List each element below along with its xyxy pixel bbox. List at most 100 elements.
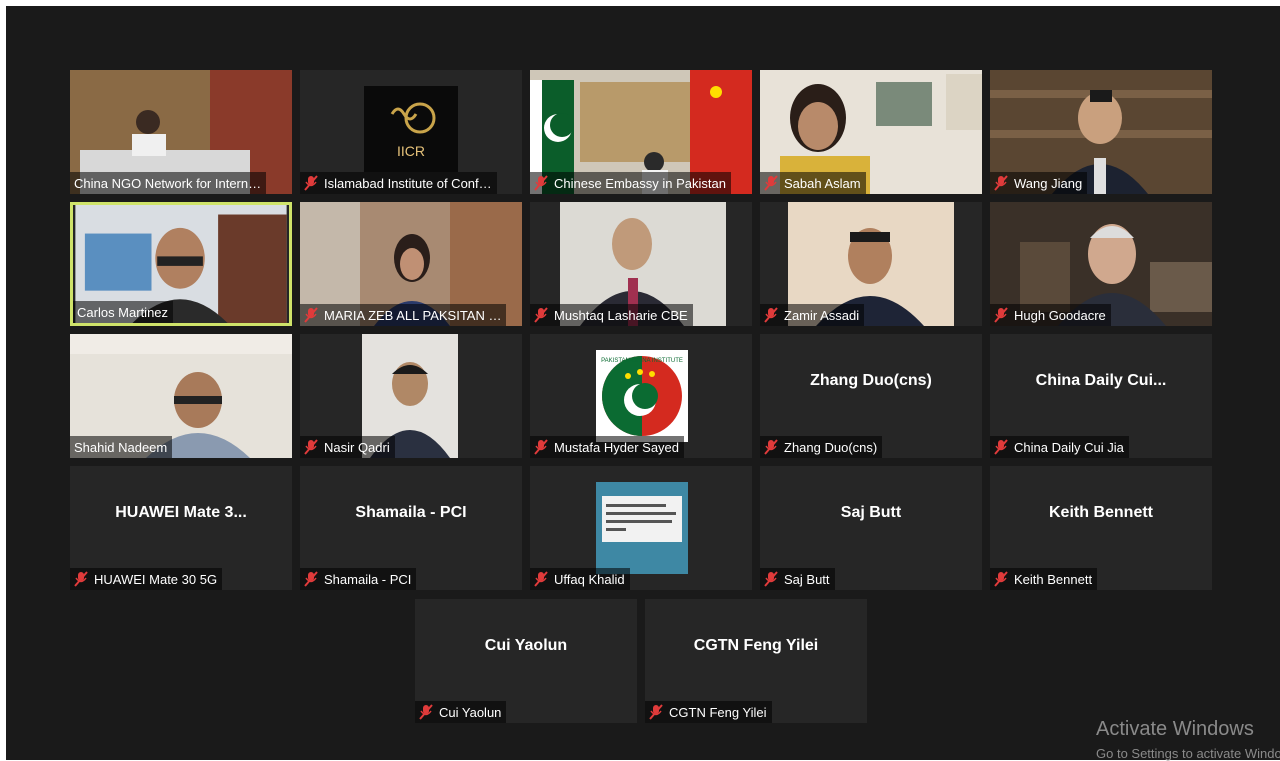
- participant-name-bar: China Daily Cui Jia: [990, 436, 1129, 458]
- muted-mic-icon: [534, 307, 548, 323]
- participant-tile[interactable]: Shahid Nadeem: [70, 334, 292, 458]
- participant-tile[interactable]: China NGO Network for Intern…: [70, 70, 292, 194]
- tweet-screenshot: [602, 496, 682, 542]
- participant-name-bar: Sabah Aslam: [760, 172, 866, 194]
- participant-name: Saj Butt: [784, 571, 830, 587]
- muted-mic-icon: [534, 439, 548, 455]
- participant-name-bar: Carlos Martinez: [73, 301, 174, 323]
- muted-mic-icon: [649, 704, 663, 720]
- participant-name: Zhang Duo(cns): [784, 439, 878, 455]
- participant-name: Nasir Qadri: [324, 439, 390, 455]
- participant-name: Keith Bennett: [1014, 571, 1093, 587]
- muted-mic-icon: [764, 571, 778, 587]
- participant-name: Hugh Goodacre: [1014, 307, 1106, 323]
- logo-text: IICR: [397, 143, 425, 159]
- participant-tile-active-speaker[interactable]: Carlos Martinez: [70, 202, 292, 326]
- muted-mic-icon: [74, 571, 88, 587]
- activate-windows-subtitle: Go to Settings to activate Windows.: [1096, 746, 1280, 761]
- participant-name: MARIA ZEB ALL PAKSITAN …: [324, 307, 502, 323]
- participant-display-name: Zhang Duo(cns): [810, 372, 932, 389]
- participant-name: Islamabad Institute of Conf…: [324, 175, 492, 191]
- participant-display-name: Shamaila - PCI: [355, 504, 467, 521]
- participant-tile[interactable]: Shamaila - PCI Shamaila - PCI: [300, 466, 522, 590]
- participant-tile[interactable]: Nasir Qadri: [300, 334, 522, 458]
- participant-name: China NGO Network for Intern…: [74, 175, 262, 191]
- participant-name-bar: Islamabad Institute of Conf…: [300, 172, 497, 194]
- muted-mic-icon: [419, 704, 433, 720]
- participant-tile[interactable]: Sabah Aslam: [760, 70, 982, 194]
- participant-tile[interactable]: MARIA ZEB ALL PAKSITAN …: [300, 202, 522, 326]
- participant-name-bar: Chinese Embassy in Pakistan: [530, 172, 731, 194]
- participant-tile[interactable]: Uffaq Khalid: [530, 466, 752, 590]
- participant-name: Shamaila - PCI: [324, 571, 412, 587]
- participant-name: Mushtaq Lasharie CBE: [554, 307, 688, 323]
- participant-name-bar: Zamir Assadi: [760, 304, 865, 326]
- participant-tile[interactable]: PAKISTAN-CHINA INSTITUTE Mustafa Hyder S…: [530, 334, 752, 458]
- muted-mic-icon: [534, 571, 548, 587]
- logo-text: PAKISTAN-CHINA INSTITUTE: [601, 358, 683, 364]
- participant-tile[interactable]: IICR Islamabad Institute of Conf…: [300, 70, 522, 194]
- participant-name-bar: Saj Butt: [760, 568, 835, 590]
- profile-image: [596, 482, 688, 574]
- participant-display-name: Saj Butt: [840, 504, 902, 521]
- participant-name-bar: Keith Bennett: [990, 568, 1098, 590]
- participant-name: Carlos Martinez: [77, 304, 169, 320]
- participant-name: HUAWEI Mate 30 5G: [94, 571, 218, 587]
- participant-name-bar: Shamaila - PCI: [300, 568, 417, 590]
- muted-mic-icon: [304, 307, 318, 323]
- muted-mic-icon: [994, 571, 1008, 587]
- participant-name-bar: China NGO Network for Intern…: [70, 172, 267, 194]
- participant-display-name: Cui Yaolun: [484, 637, 568, 654]
- participant-name-bar: Mushtaq Lasharie CBE: [530, 304, 693, 326]
- participant-name-bar: Wang Jiang: [990, 172, 1088, 194]
- participant-name: Cui Yaolun: [439, 704, 502, 720]
- participant-name-bar: Uffaq Khalid: [530, 568, 630, 590]
- participant-name-bar: Hugh Goodacre: [990, 304, 1111, 326]
- participant-name: Uffaq Khalid: [554, 571, 625, 587]
- participant-name: Mustafa Hyder Sayed: [554, 439, 680, 455]
- participant-tile[interactable]: Mushtaq Lasharie CBE: [530, 202, 752, 326]
- participant-tile[interactable]: Keith Bennett Keith Bennett: [990, 466, 1212, 590]
- participant-name: Sabah Aslam: [784, 175, 861, 191]
- participant-tile[interactable]: Zamir Assadi: [760, 202, 982, 326]
- participant-display-name: CGTN Feng Yilei: [693, 637, 819, 654]
- participant-tile[interactable]: Cui Yaolun Cui Yaolun: [415, 599, 637, 723]
- muted-mic-icon: [764, 307, 778, 323]
- participant-name: Wang Jiang: [1014, 175, 1083, 191]
- participant-display-name: HUAWEI Mate 3...: [115, 504, 247, 521]
- participant-name: Chinese Embassy in Pakistan: [554, 175, 726, 191]
- participant-tile[interactable]: Wang Jiang: [990, 70, 1212, 194]
- participant-name-bar: Zhang Duo(cns): [760, 436, 883, 458]
- participant-name: Zamir Assadi: [784, 307, 860, 323]
- participant-tile[interactable]: HUAWEI Mate 3... HUAWEI Mate 30 5G: [70, 466, 292, 590]
- participant-name-bar: Shahid Nadeem: [70, 436, 173, 458]
- participant-name: China Daily Cui Jia: [1014, 439, 1124, 455]
- participant-name-bar: HUAWEI Mate 30 5G: [70, 568, 223, 590]
- participant-tile[interactable]: Hugh Goodacre: [990, 202, 1212, 326]
- participant-tile[interactable]: Saj Butt Saj Butt: [760, 466, 982, 590]
- gallery-view: China NGO Network for Intern… IICR Islam…: [6, 6, 1280, 760]
- muted-mic-icon: [764, 175, 778, 191]
- muted-mic-icon: [304, 571, 318, 587]
- participant-name-bar: Nasir Qadri: [300, 436, 395, 458]
- participant-tile[interactable]: Zhang Duo(cns) Zhang Duo(cns): [760, 334, 982, 458]
- participant-display-name: China Daily Cui...: [1035, 372, 1167, 389]
- participant-name-bar: MARIA ZEB ALL PAKSITAN …: [300, 304, 507, 326]
- muted-mic-icon: [304, 439, 318, 455]
- participant-tile[interactable]: CGTN Feng Yilei CGTN Feng Yilei: [645, 599, 867, 723]
- participant-tile[interactable]: Chinese Embassy in Pakistan: [530, 70, 752, 194]
- muted-mic-icon: [764, 439, 778, 455]
- participant-name-bar: Cui Yaolun: [415, 701, 507, 723]
- participant-tile[interactable]: China Daily Cui... China Daily Cui Jia: [990, 334, 1212, 458]
- participant-name-bar: Mustafa Hyder Sayed: [530, 436, 685, 458]
- participant-display-name: Keith Bennett: [1049, 504, 1153, 521]
- participant-name: Shahid Nadeem: [74, 439, 168, 455]
- activate-windows-watermark: Activate Windows: [1096, 718, 1254, 740]
- participant-name: CGTN Feng Yilei: [669, 704, 767, 720]
- participant-name-bar: CGTN Feng Yilei: [645, 701, 772, 723]
- muted-mic-icon: [994, 439, 1008, 455]
- muted-mic-icon: [994, 307, 1008, 323]
- muted-mic-icon: [304, 175, 318, 191]
- muted-mic-icon: [994, 175, 1008, 191]
- muted-mic-icon: [534, 175, 548, 191]
